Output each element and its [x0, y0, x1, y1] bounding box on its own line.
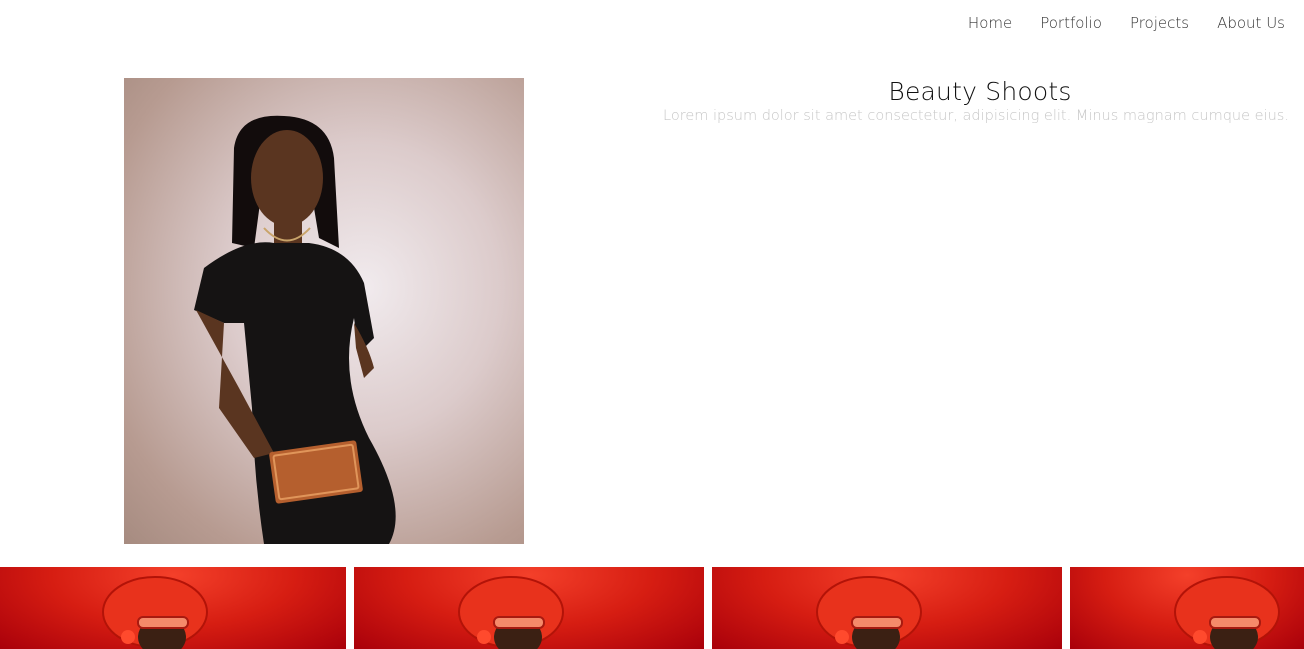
nav-portfolio-link[interactable]: Portfolio [1040, 14, 1102, 32]
section-description: Lorem ipsum dolor sit amet consectetur, … [663, 108, 1289, 124]
gallery-tile[interactable] [354, 567, 704, 649]
gallery-tile[interactable] [0, 567, 346, 649]
nav-home-link[interactable]: Home [968, 14, 1012, 32]
red-hat-portrait-photo [102, 576, 208, 649]
portrait-photo [124, 78, 524, 544]
red-hat-portrait-photo [1174, 576, 1280, 649]
red-hat-portrait-photo [458, 576, 564, 649]
section-title: Beauty Shoots [888, 77, 1072, 106]
photo-gallery [0, 567, 1304, 649]
nav-projects-link[interactable]: Projects [1130, 14, 1189, 32]
gallery-tile[interactable] [1070, 567, 1304, 649]
red-hat-portrait-photo [816, 576, 922, 649]
gallery-tile[interactable] [712, 567, 1062, 649]
nav-about-us-link[interactable]: About Us [1217, 14, 1285, 32]
main-nav: Home Portfolio Projects About Us [968, 14, 1285, 32]
